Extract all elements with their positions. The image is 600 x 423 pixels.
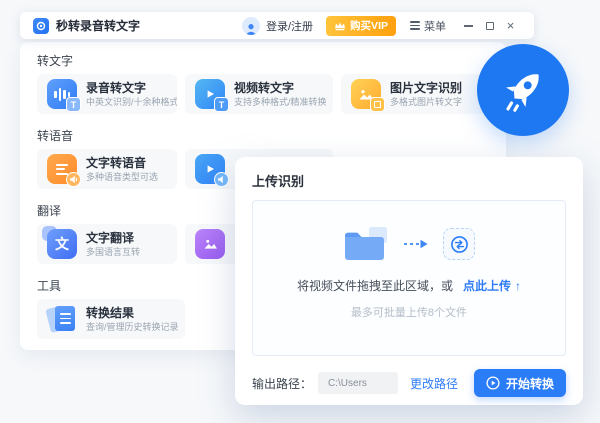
conversion-results-icon bbox=[47, 304, 77, 334]
start-convert-label: 开始转换 bbox=[506, 375, 554, 392]
text-to-speech-icon bbox=[47, 154, 77, 184]
upload-dropzone[interactable]: 将视频文件拖拽至此区域，或点此上传 ↑ 最多可批量上传8个文件 bbox=[252, 200, 566, 356]
card-title: 录音转文字 bbox=[86, 81, 177, 95]
dialog-title: 上传识别 bbox=[252, 171, 566, 190]
user-avatar-icon[interactable] bbox=[242, 17, 260, 35]
change-path-link[interactable]: 更改路径 bbox=[410, 375, 458, 392]
login-register-link[interactable]: 登录/注册 bbox=[266, 18, 313, 34]
app-logo-icon bbox=[33, 18, 49, 34]
feature-card-text-translate[interactable]: 文 文字翻译 多国语言互转 bbox=[37, 224, 177, 264]
video-to-speech-icon bbox=[195, 154, 225, 184]
click-upload-link[interactable]: 点此上传 bbox=[463, 279, 511, 293]
batch-limit-text: 最多可批量上传8个文件 bbox=[253, 304, 565, 320]
maximize-icon bbox=[486, 22, 494, 30]
close-button[interactable]: × bbox=[500, 19, 521, 33]
start-convert-button[interactable]: 开始转换 bbox=[474, 369, 566, 397]
to-text-card-row: T 录音转文字 中英文识别/十余种格式 T 视频转文字 支持多种格式/精准转换 bbox=[37, 74, 506, 114]
dialog-footer: 输出路径： C:\Users 更改路径 开始转换 bbox=[252, 369, 566, 397]
feature-card-conversion-results[interactable]: 转换结果 查询/管理历史转换记录 bbox=[37, 299, 185, 339]
rocket-float-button[interactable] bbox=[477, 44, 569, 136]
video-to-text-icon: T bbox=[195, 79, 225, 109]
buy-vip-button[interactable]: 购买VIP bbox=[326, 16, 396, 36]
feature-card-audio-to-text[interactable]: T 录音转文字 中英文识别/十余种格式 bbox=[37, 74, 177, 114]
app-window: 秒转录音转文字 登录/注册 购买VIP 菜单 × 转文字 bbox=[0, 0, 600, 423]
drag-hint-text: 将视频文件拖拽至此区域，或 bbox=[297, 279, 453, 293]
menu-button[interactable]: 菜单 bbox=[410, 18, 446, 34]
crown-icon bbox=[334, 21, 346, 31]
upload-arrow-icon: ↑ bbox=[515, 279, 521, 293]
card-title: 图片文字识别 bbox=[390, 81, 462, 95]
play-circle-icon bbox=[486, 376, 500, 390]
menu-label: 菜单 bbox=[424, 18, 446, 34]
card-subtitle: 中英文识别/十余种格式 bbox=[86, 97, 177, 108]
upload-dialog: 上传识别 bbox=[235, 157, 583, 405]
buy-vip-label: 购买VIP bbox=[350, 18, 388, 33]
minimize-icon bbox=[464, 25, 473, 26]
rocket-icon bbox=[498, 65, 548, 115]
card-subtitle: 多种语音类型可选 bbox=[86, 172, 158, 183]
card-subtitle: 多国语言互转 bbox=[86, 247, 140, 258]
card-subtitle: 支持多种格式/精准转换 bbox=[234, 97, 327, 108]
text-translate-icon: 文 bbox=[47, 229, 77, 259]
output-path-field[interactable]: C:\Users bbox=[318, 372, 398, 394]
hamburger-icon bbox=[410, 21, 420, 29]
folder-icon bbox=[343, 226, 389, 263]
section-label-to-text: 转文字 bbox=[37, 54, 506, 69]
output-path-label: 输出路径： bbox=[252, 375, 312, 392]
app-title: 秒转录音转文字 bbox=[56, 17, 140, 34]
card-title: 文字转语音 bbox=[86, 156, 158, 170]
card-title: 文字翻译 bbox=[86, 231, 140, 245]
window-controls: × bbox=[458, 19, 521, 33]
feature-card-text-to-speech[interactable]: 文字转语音 多种语音类型可选 bbox=[37, 149, 177, 189]
feature-card-video-to-text[interactable]: T 视频转文字 支持多种格式/精准转换 bbox=[185, 74, 333, 114]
dashed-arrow-icon bbox=[403, 238, 429, 250]
maximize-button[interactable] bbox=[479, 19, 500, 33]
convert-icon bbox=[443, 228, 475, 260]
image-translate-icon bbox=[195, 229, 225, 259]
section-label-to-speech: 转语音 bbox=[37, 129, 506, 144]
audio-to-text-icon: T bbox=[47, 79, 77, 109]
feature-card-image-ocr[interactable]: 图片文字识别 多格式图片转文字 bbox=[341, 74, 489, 114]
card-subtitle: 查询/管理历史转换记录 bbox=[86, 322, 179, 333]
image-ocr-icon bbox=[351, 79, 381, 109]
card-title: 转换结果 bbox=[86, 306, 179, 320]
minimize-button[interactable] bbox=[458, 19, 479, 33]
title-bar: 秒转录音转文字 登录/注册 购买VIP 菜单 × bbox=[20, 12, 534, 39]
card-title: 视频转文字 bbox=[234, 81, 327, 95]
card-subtitle: 多格式图片转文字 bbox=[390, 97, 462, 108]
